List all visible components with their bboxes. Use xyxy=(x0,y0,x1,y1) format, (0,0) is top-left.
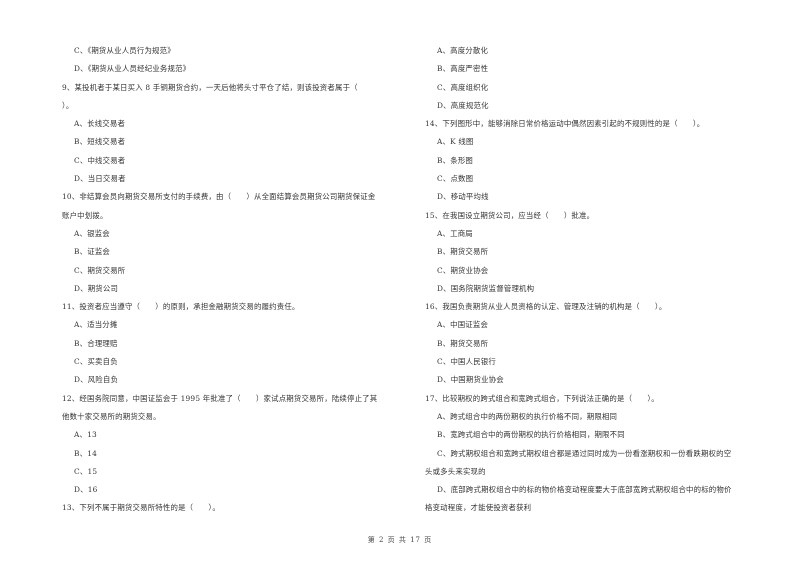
question-text: 15、在我国设立期货公司，应当经（ ）批准。 xyxy=(425,210,595,220)
answer-option: C、15 xyxy=(74,466,98,476)
answer-option: B、期货交易所 xyxy=(437,247,489,257)
question-text-continued: 账户中划拨。 xyxy=(62,210,108,220)
answer-option: C、中国人民银行 xyxy=(437,357,496,367)
answer-option: C、点数图 xyxy=(437,174,474,184)
answer-option: B、14 xyxy=(74,448,98,458)
answer-option: D、16 xyxy=(74,485,98,495)
answer-option: D、当日交易者 xyxy=(74,174,126,184)
answer-option: A、K 线图 xyxy=(437,137,474,147)
question-text: 11、投资者应当遵守（ ）的原则，承担金融期货交易的履约责任。 xyxy=(62,302,300,312)
answer-option: A、适当分摊 xyxy=(74,320,118,330)
answer-option: D、中国期货业协会 xyxy=(437,375,504,385)
answer-option: C、中线交易者 xyxy=(74,155,126,165)
answer-option: D、高度规范化 xyxy=(437,100,489,110)
document-page: C、《期货从业人员行为规范》 D、《期货从业人员经纪业务规范》 9、某投机者于某日买… xyxy=(0,0,800,565)
answer-option: C、期货业协会 xyxy=(437,265,489,275)
question-text: 10、非结算会员向期货交易所支付的手续费，由（ ）从全面结算会员期货公司期货保证… xyxy=(62,192,376,202)
answer-option: A、银监会 xyxy=(74,228,110,238)
answer-option: A、工商局 xyxy=(437,228,473,238)
answer-option: A、高度分散化 xyxy=(437,46,489,55)
answer-option: C、跨式期权组合和宽跨式期权组合都是通过同时成为一份看涨期权和一份看跌期权的空 xyxy=(437,448,732,458)
question-text-continued: 头或多头来实现的 xyxy=(425,466,486,476)
answer-option: B、条形图 xyxy=(437,155,473,165)
answer-option: D、期货公司 xyxy=(74,283,119,293)
answer-option: D、风险自负 xyxy=(74,375,119,385)
answer-option: D、底部跨式期权组合中的标的物价格变动程度要大于底部宽跨式期权组合中的标的物价 xyxy=(437,485,732,495)
answer-option: D、《期货从业人员经纪业务规范》 xyxy=(74,64,191,74)
answer-option: C、买卖自负 xyxy=(74,357,118,367)
question-text-continued: 他数十家交易所的期货交易。 xyxy=(62,411,161,421)
question-text: 12、经国务院同意，中国证监会于 1995 年批准了（ ）家试点期货交易所，陆续… xyxy=(62,393,378,403)
question-text: 9、某投机者于某日买入 8 手铜期货合约，一天后他将头寸平仓了结，则该投资者属于… xyxy=(62,82,358,92)
question-text-continued: ）。 xyxy=(62,100,74,110)
answer-option: A、13 xyxy=(74,430,97,440)
answer-option: B、宽跨式组合中的两份期权的执行价格相同，期限不同 xyxy=(437,430,625,440)
answer-option: D、国务院期货监督管理机构 xyxy=(437,283,535,293)
left-column: C、《期货从业人员行为规范》 D、《期货从业人员经纪业务规范》 9、某投机者于某日买… xyxy=(62,42,402,518)
answer-option: B、证监会 xyxy=(74,247,110,257)
question-text: 13、下列不属于期货交易所特性的是（ ）。 xyxy=(62,503,220,513)
page-footer: 第 2 页 共 17 页 xyxy=(367,536,433,544)
answer-option: B、短线交易者 xyxy=(74,137,126,147)
answer-option: C、期货交易所 xyxy=(74,265,126,275)
answer-option: B、合理理赔 xyxy=(74,338,118,348)
answer-option: B、高度严密性 xyxy=(437,64,489,74)
question-text: 17、比较期权的跨式组合和宽跨式组合，下列说法正确的是（ ）。 xyxy=(425,393,659,403)
answer-option: B、期货交易所 xyxy=(437,338,489,348)
right-column: A、高度分散化 B、高度严密性 C、高度组织化 D、高度规范化 14、下列图形中，能够消… xyxy=(425,42,770,518)
answer-option: D、移动平均线 xyxy=(437,192,489,202)
question-text-continued: 格变动程度，才能使投资者获利 xyxy=(425,503,532,513)
question-text: 16、我国负责期货从业人员资格的认定、管理及注销的机构是（ ）。 xyxy=(425,302,667,312)
answer-option: A、中国证监会 xyxy=(437,320,489,330)
answer-option: C、《期货从业人员行为规范》 xyxy=(74,46,175,55)
answer-option: A、跨式组合中的两份期权的执行价格不同，期限相同 xyxy=(437,411,618,421)
question-text: 14、下列图形中，能够消除日常价格运动中偶然因素引起的不规则性的是（ ）。 xyxy=(425,119,705,129)
answer-option: C、高度组织化 xyxy=(437,82,489,92)
answer-option: A、长线交易者 xyxy=(74,119,126,129)
